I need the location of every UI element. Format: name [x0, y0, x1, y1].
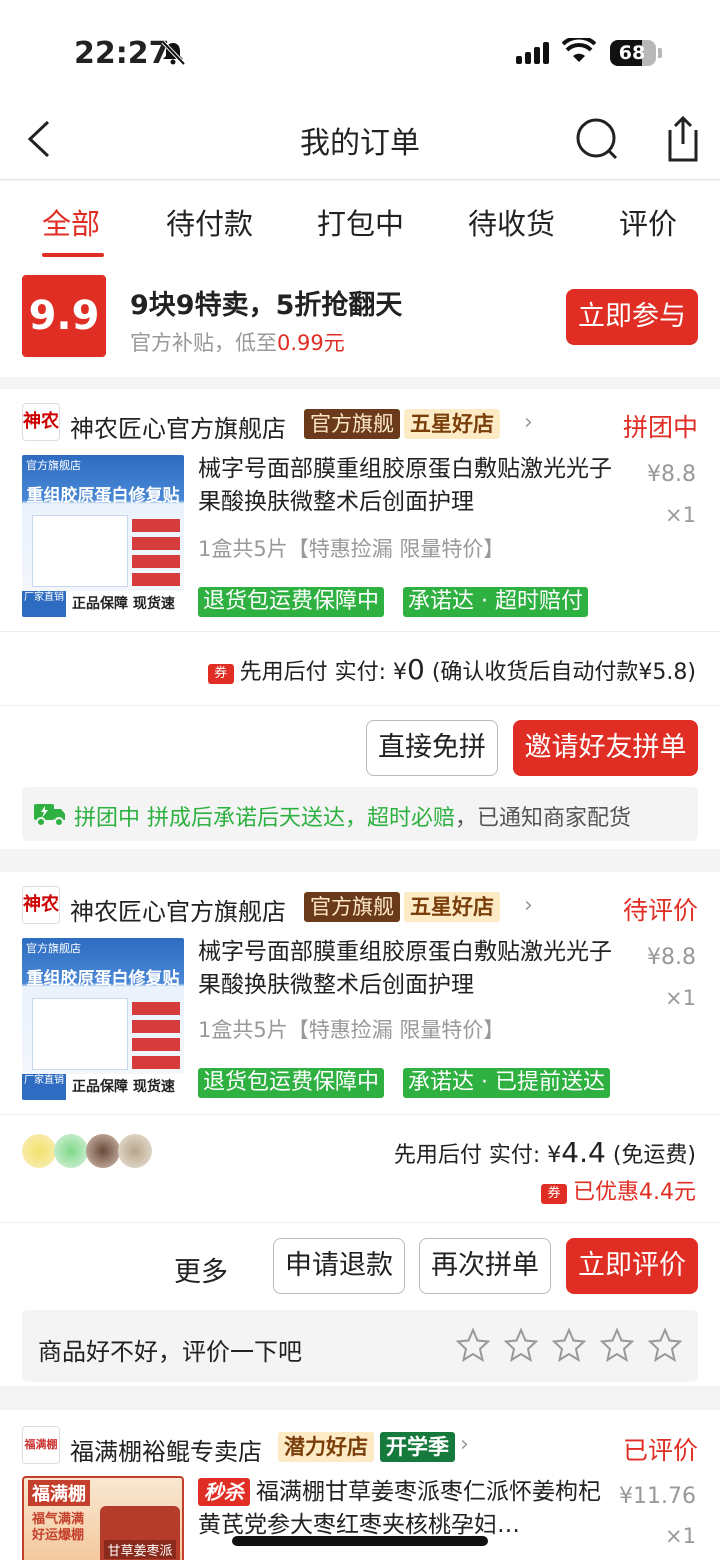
product-title[interactable]: 械字号面部膜重组胶原蛋白敷贴激光光子果酸换肤微整术后创面护理: [198, 453, 618, 519]
avatar: [22, 1134, 56, 1168]
product-price: ¥8.8: [647, 945, 696, 970]
star-icon[interactable]: [504, 1328, 538, 1362]
product-thumbnail[interactable]: 官方旗舰店 重组胶原蛋白修复贴 正品保障 现货速发 厂家直销: [22, 938, 184, 1100]
review-button[interactable]: 立即评价: [566, 1238, 698, 1294]
chevron-right-icon: ›: [524, 410, 533, 435]
review-prompt-bar: 商品好不好，评价一下吧: [22, 1310, 698, 1382]
invite-friends-button[interactable]: 邀请好友拼单: [513, 720, 698, 776]
five-star-store-tag: 五星好店: [404, 892, 500, 922]
search-icon[interactable]: [572, 114, 622, 164]
coupon-icon: 券: [207, 664, 234, 684]
reorder-button[interactable]: 再次拼单: [419, 1238, 551, 1294]
promo-banner[interactable]: 9.9 9块9特卖，5折抢翻天 官方补贴，低至0.99元 立即参与: [0, 257, 720, 377]
group-info-bar: 拼团中 拼成后承诺后天送达，超时必赔，已通知商家配货: [22, 787, 698, 841]
delivery-promise-badge: 承诺达 · 超时赔付: [403, 587, 588, 617]
product-qty: ×1: [665, 503, 696, 527]
status-bar: 22:27 68: [0, 0, 720, 100]
promo-badge: 9.9: [22, 275, 106, 357]
avatar: [86, 1134, 120, 1168]
battery-level: 68: [618, 42, 646, 64]
product-thumbnail[interactable]: 福满棚 福气满满 好运爆棚 甘草姜枣派: [22, 1476, 184, 1560]
potential-store-tag: 潜力好店: [278, 1432, 374, 1462]
flash-sale-tag: 秒杀: [198, 1478, 250, 1506]
five-star-store-tag: 五星好店: [404, 409, 500, 439]
skip-group-button[interactable]: 直接免拼: [366, 720, 498, 776]
avatar: [54, 1134, 88, 1168]
product-title[interactable]: 秒杀 福满棚甘草姜枣派枣仁派怀姜枸杞黄芪党参大枣红枣夹核桃孕妇…: [198, 1476, 608, 1542]
product-qty: ×1: [665, 986, 696, 1010]
store-name[interactable]: 福满棚裕鲲专卖店: [70, 1432, 262, 1467]
star-icon[interactable]: [648, 1328, 682, 1362]
product-thumbnail[interactable]: 官方旗舰店 重组胶原蛋白修复贴 正品保障 现货速发 厂家直销: [22, 455, 184, 617]
nav-bar: 我的订单: [0, 100, 720, 180]
tab-pending-receipt[interactable]: 待收货: [468, 201, 555, 243]
coupon-icon: 券: [541, 1184, 567, 1204]
status-time: 22:27: [74, 36, 170, 71]
order-status: 待评价: [622, 896, 698, 925]
tab-review[interactable]: 评价: [619, 201, 677, 243]
official-flagship-tag: 官方旗舰: [304, 409, 400, 439]
payment-summary: 先用后付 实付: ¥4.4 (免运费): [393, 1136, 696, 1169]
product-price: ¥11.76: [619, 1484, 696, 1509]
tab-pending-payment[interactable]: 待付款: [166, 201, 253, 243]
payment-summary: 券先用后付 实付: ¥0 (确认收货后自动付款¥5.8): [207, 653, 696, 686]
share-icon[interactable]: [654, 114, 704, 164]
promo-title: 9块9特卖，5折抢翻天: [130, 290, 403, 321]
avatar: [118, 1134, 152, 1168]
chevron-right-icon: ›: [524, 893, 533, 918]
product-spec: 1盒共5片【特惠捡漏 限量特价】: [198, 537, 505, 561]
wifi-icon: [562, 38, 596, 62]
more-button[interactable]: 更多: [174, 1250, 228, 1289]
product-price: ¥8.8: [647, 462, 696, 487]
delivery-promise-badge: 承诺达 · 已提前送达: [403, 1068, 610, 1098]
tab-all[interactable]: 全部: [42, 201, 100, 243]
discount-summary: 券已优惠4.4元: [541, 1174, 696, 1206]
promo-subtitle: 官方补贴，低至0.99元: [130, 331, 345, 355]
review-prompt: 商品好不好，评价一下吧: [38, 1338, 302, 1366]
store-logo: 神农: [22, 886, 60, 924]
order-card: 神农 神农匠心官方旗舰店 官方旗舰 五星好店 › 拼团中 官方旗舰店 重组胶原蛋…: [0, 389, 720, 849]
star-icon[interactable]: [456, 1328, 490, 1362]
order-tabs: 全部 待付款 打包中 待收货 评价: [0, 181, 720, 257]
order-status: 拼团中: [622, 413, 698, 442]
star-icon[interactable]: [600, 1328, 634, 1362]
group-info-text: 拼团中 拼成后承诺后天送达，超时必赔，已通知商家配货: [74, 806, 632, 831]
bell-muted-icon: [161, 40, 186, 66]
chevron-right-icon: ›: [460, 1432, 469, 1457]
return-shipping-badge: 退货包运费保障中: [198, 587, 385, 617]
product-spec: 1盒共5片【特惠捡漏 限量特价】: [198, 1018, 505, 1042]
battery-icon: 68: [610, 40, 656, 66]
product-qty: ×1: [665, 1524, 696, 1548]
home-indicator[interactable]: [232, 1536, 488, 1546]
official-flagship-tag: 官方旗舰: [304, 892, 400, 922]
store-name[interactable]: 神农匠心官方旗舰店: [70, 892, 286, 927]
tab-packing[interactable]: 打包中: [317, 201, 404, 243]
return-shipping-badge: 退货包运费保障中: [198, 1068, 385, 1098]
store-logo: 福满棚: [22, 1426, 60, 1464]
join-button[interactable]: 立即参与: [566, 289, 698, 345]
product-title[interactable]: 械字号面部膜重组胶原蛋白敷贴激光光子果酸换肤微整术后创面护理: [198, 936, 618, 1002]
star-icon[interactable]: [552, 1328, 586, 1362]
order-status: 已评价: [622, 1436, 698, 1465]
store-name[interactable]: 神农匠心官方旗舰店: [70, 409, 286, 444]
order-card: 神农 神农匠心官方旗舰店 官方旗舰 五星好店 › 待评价 官方旗舰店 重组胶原蛋…: [0, 872, 720, 1386]
back-to-school-tag: 开学季: [380, 1432, 455, 1462]
delivery-truck-icon: [34, 804, 65, 827]
store-logo: 神农: [22, 403, 60, 441]
refund-button[interactable]: 申请退款: [273, 1238, 405, 1294]
